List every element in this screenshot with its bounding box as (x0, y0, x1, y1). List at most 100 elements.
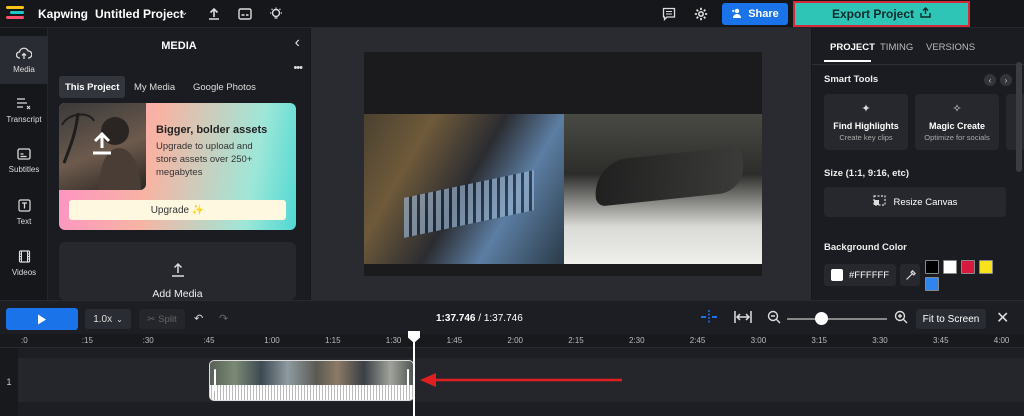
resize-canvas-button[interactable]: Resize Canvas (824, 187, 1006, 217)
clip-trim-handle-right[interactable] (407, 369, 409, 391)
zoom-slider-handle[interactable] (815, 312, 828, 325)
nav-item-text[interactable]: Text (0, 188, 48, 236)
fit-to-screen-button[interactable]: Fit to Screen (916, 309, 986, 329)
smart-tools-heading: Smart Tools (824, 74, 879, 85)
cloud-upload-icon (15, 47, 33, 62)
collapse-chevron-left-icon[interactable]: ‹ (295, 34, 300, 52)
split-button[interactable]: ✂ Split (139, 309, 185, 329)
upgrade-button[interactable]: Upgrade ✨ (69, 200, 286, 220)
chevron-left-icon[interactable]: ‹ (984, 74, 996, 86)
export-project-button[interactable]: Export Project (793, 1, 970, 27)
timeline-toolbar: 1.0x ⌄ ✂ Split ↶ ↷ 1:37.746 / 1:37.746 F… (0, 300, 1024, 334)
background-color-field[interactable]: #FFFFFF (824, 264, 896, 286)
add-media-button[interactable]: Add Media (59, 242, 296, 300)
swatch-white[interactable] (943, 260, 957, 274)
more-options-icon[interactable]: ••• (293, 62, 303, 74)
chevron-down-icon[interactable]: ⌄ (180, 7, 188, 18)
tab-timing[interactable]: TIMING (880, 42, 913, 53)
subtitles-icon (17, 148, 31, 162)
timeline-video-clip[interactable] (209, 360, 414, 401)
redo-icon[interactable]: ↷ (219, 312, 228, 325)
tab-my-media[interactable]: My Media (128, 76, 181, 98)
play-button[interactable] (6, 308, 78, 330)
media-panel: MEDIA ‹ ••• This Project My Media Google… (48, 28, 310, 300)
nav-label: Videos (11, 267, 37, 277)
ruler-tick-label: 1:00 (264, 336, 280, 345)
chevron-right-icon[interactable]: › (1000, 74, 1012, 86)
total-time: 1:37.746 (483, 313, 523, 324)
video-frame-hand (564, 114, 762, 264)
promo-body: Upgrade to upload and store assets over … (156, 141, 253, 178)
undo-icon[interactable]: ↶ (194, 312, 203, 325)
nav-label: Subtitles (8, 165, 40, 174)
clip-trim-handle-left[interactable] (214, 369, 216, 391)
video-canvas[interactable] (364, 52, 762, 276)
ruler-tick-label: 2:00 (507, 336, 523, 345)
swatch-red[interactable] (961, 260, 975, 274)
nav-label: Transcript (6, 114, 42, 124)
resize-icon (872, 195, 886, 209)
ruler-tick-label: 3:15 (811, 336, 827, 345)
share-button[interactable]: Share (722, 3, 788, 25)
track-number: 1 (0, 348, 18, 416)
split-label: Split (158, 313, 177, 325)
ruler-tick-label: 4:00 (993, 336, 1010, 345)
ruler-tick-label: :30 (142, 336, 154, 345)
upload-icon (170, 262, 186, 283)
comment-icon[interactable] (660, 5, 678, 23)
active-tab-underline (824, 60, 871, 62)
tab-project[interactable]: PROJECT (830, 42, 875, 53)
nav-item-subtitles[interactable]: Subtitles (0, 137, 48, 185)
speed-value: 1.0x (93, 313, 113, 325)
transcript-icon (16, 97, 32, 112)
add-user-icon (731, 8, 743, 21)
speed-dropdown[interactable]: 1.0x ⌄ (85, 309, 131, 329)
swatch-black[interactable] (925, 260, 939, 274)
tool-subtitle: Create key clips (839, 133, 893, 142)
lightbulb-icon[interactable] (267, 5, 285, 23)
color-swatch-preview (831, 269, 843, 281)
brand-name[interactable]: Kapwing (38, 7, 88, 21)
nav-label: Text (16, 216, 32, 226)
playhead-line[interactable] (413, 332, 415, 416)
nav-item-transcript[interactable]: Transcript (0, 86, 48, 134)
gear-icon[interactable] (692, 5, 710, 23)
time-ruler[interactable]: :0:15:30:45 1:00 1:15 1:30 1:45 2:00 2:15 2:30 2… (0, 334, 1024, 348)
zoom-slider-track[interactable] (787, 318, 887, 320)
color-value: #FFFFFF (849, 269, 890, 281)
panel-scrollbar[interactable] (1016, 62, 1022, 172)
subtitles-icon[interactable] (236, 5, 254, 23)
upload-arrow-icon (91, 131, 113, 161)
zoom-out-icon[interactable] (767, 310, 781, 327)
kapwing-logo-icon[interactable] (6, 6, 28, 22)
time-readout: 1:37.746 / 1:37.746 (436, 313, 523, 324)
divider (812, 64, 1024, 65)
background-color-heading: Background Color (824, 242, 907, 253)
ruler-tick-label: 3:30 (872, 336, 888, 345)
top-bar: Kapwing › Untitled Project ⌄ Share Expor… (0, 0, 1024, 28)
tab-google-photos[interactable]: Google Photos (187, 76, 262, 98)
magic-create-tool[interactable]: ✧ Magic Create Optimize for socials (915, 94, 999, 150)
close-icon[interactable]: ✕ (996, 308, 1009, 328)
ruler-tick-label: 2:45 (689, 336, 706, 345)
snap-split-icon[interactable] (699, 310, 719, 327)
export-icon (920, 7, 931, 21)
left-nav: Media Transcript Subtitles Text Videos (0, 28, 48, 300)
nav-item-media[interactable]: Media (0, 36, 48, 84)
swatch-blue[interactable] (925, 277, 939, 291)
ruler-tick-label: 2:15 (568, 336, 584, 345)
tab-this-project[interactable]: This Project (59, 76, 126, 98)
audio-waveform (210, 385, 413, 400)
upload-icon[interactable] (205, 5, 223, 23)
swatch-yellow[interactable] (979, 260, 993, 274)
find-highlights-tool[interactable]: ✦ Find Highlights Create key clips (824, 94, 908, 150)
properties-panel: PROJECT TIMING VERSIONS Smart Tools ‹ › … (812, 28, 1024, 300)
tab-versions[interactable]: VERSIONS (926, 42, 975, 53)
zoom-in-icon[interactable] (894, 310, 908, 327)
project-title[interactable]: Untitled Project (95, 7, 184, 21)
eyedropper-icon[interactable] (900, 264, 920, 286)
current-time: 1:37.746 (436, 313, 476, 324)
ruler-tick-label: 3:00 (750, 336, 767, 345)
nav-item-videos[interactable]: Videos (0, 239, 48, 287)
fit-width-icon[interactable] (733, 310, 753, 327)
